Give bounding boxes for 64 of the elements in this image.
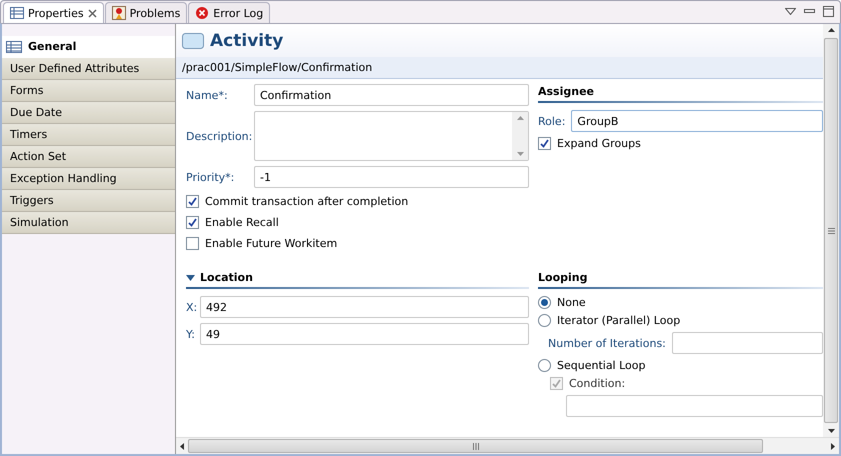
checkbox-label: Enable Future Workitem bbox=[205, 237, 338, 250]
radio-label: Iterator (Parallel) Loop bbox=[557, 314, 680, 327]
section-title: Location bbox=[200, 271, 253, 284]
scrollbar-thumb[interactable] bbox=[824, 38, 838, 423]
sidebar-item[interactable]: Forms bbox=[2, 80, 175, 102]
field-label: X: bbox=[186, 300, 194, 314]
sidebar-item[interactable]: User Defined Attributes bbox=[2, 58, 175, 80]
minimize-icon[interactable] bbox=[804, 9, 815, 14]
error-icon bbox=[195, 6, 210, 20]
sidebar-item[interactable]: Simulation bbox=[2, 212, 175, 234]
activity-icon bbox=[182, 32, 204, 48]
view-tab[interactable]: Properties bbox=[3, 2, 104, 23]
section-header: Assignee bbox=[538, 85, 823, 103]
checkbox[interactable] bbox=[186, 237, 199, 250]
checkbox-label: Commit transaction after completion bbox=[205, 195, 408, 208]
section-header: Looping bbox=[538, 271, 823, 289]
input-field[interactable]: 49 bbox=[200, 323, 529, 345]
input-field[interactable]: -1 bbox=[254, 166, 529, 188]
checkbox[interactable] bbox=[538, 137, 551, 150]
table-icon bbox=[10, 7, 24, 19]
checkbox[interactable] bbox=[186, 216, 199, 229]
scroll-left-icon[interactable] bbox=[180, 442, 184, 450]
input-field[interactable] bbox=[566, 395, 823, 417]
input-field[interactable] bbox=[672, 332, 823, 354]
field-label: Number of Iterations: bbox=[548, 336, 666, 350]
expand-arrow-icon[interactable] bbox=[186, 274, 195, 280]
checkbox-label: Enable Recall bbox=[205, 216, 279, 229]
field-label: Y: bbox=[186, 328, 194, 340]
view-tab[interactable]: Problems bbox=[104, 2, 188, 23]
grip-icon bbox=[828, 228, 834, 234]
field-label: Role: bbox=[538, 114, 566, 128]
checkbox[interactable] bbox=[186, 195, 199, 208]
input-field[interactable]: 492 bbox=[200, 296, 529, 318]
sidebar-item[interactable]: Exception Handling bbox=[2, 168, 175, 190]
view-menu-icon[interactable] bbox=[785, 8, 796, 15]
warning-icon bbox=[112, 6, 126, 20]
field-label: Priority*: bbox=[186, 170, 236, 184]
radio-label: None bbox=[557, 296, 586, 309]
close-icon[interactable] bbox=[88, 8, 97, 18]
section-title: Activity bbox=[210, 30, 284, 50]
radio-button[interactable] bbox=[538, 314, 551, 327]
input-field[interactable]: GroupB bbox=[571, 110, 823, 132]
table-icon bbox=[6, 40, 22, 52]
sidebar-item[interactable]: Triggers bbox=[2, 190, 175, 212]
radio-button[interactable] bbox=[538, 296, 551, 309]
sidebar-item[interactable]: Due Date bbox=[2, 102, 175, 124]
path-bar: /prac001/SimpleFlow/Confirmation bbox=[176, 57, 823, 79]
scroll-right-icon[interactable] bbox=[831, 442, 835, 450]
field-label: Name*: bbox=[186, 88, 229, 102]
sidebar-item[interactable]: Action Set bbox=[2, 146, 175, 168]
grip-icon bbox=[472, 442, 478, 450]
sidebar-item[interactable]: Timers bbox=[2, 124, 175, 146]
scroll-down-icon[interactable] bbox=[828, 429, 834, 433]
scrollbar-thumb[interactable] bbox=[188, 439, 763, 453]
sidebar-item[interactable]: General bbox=[2, 36, 175, 58]
radio-label: Sequential Loop bbox=[557, 359, 646, 372]
radio-button[interactable] bbox=[538, 359, 551, 372]
view-tab[interactable]: Error Log bbox=[188, 2, 270, 23]
checkbox-label: Expand Groups bbox=[557, 137, 641, 150]
maximize-icon[interactable] bbox=[823, 6, 834, 17]
checkbox-label: Condition: bbox=[569, 377, 626, 390]
scroll-up-icon[interactable] bbox=[828, 28, 834, 32]
input-field[interactable]: Confirmation bbox=[254, 84, 529, 106]
section-header[interactable]: Location bbox=[186, 271, 529, 289]
